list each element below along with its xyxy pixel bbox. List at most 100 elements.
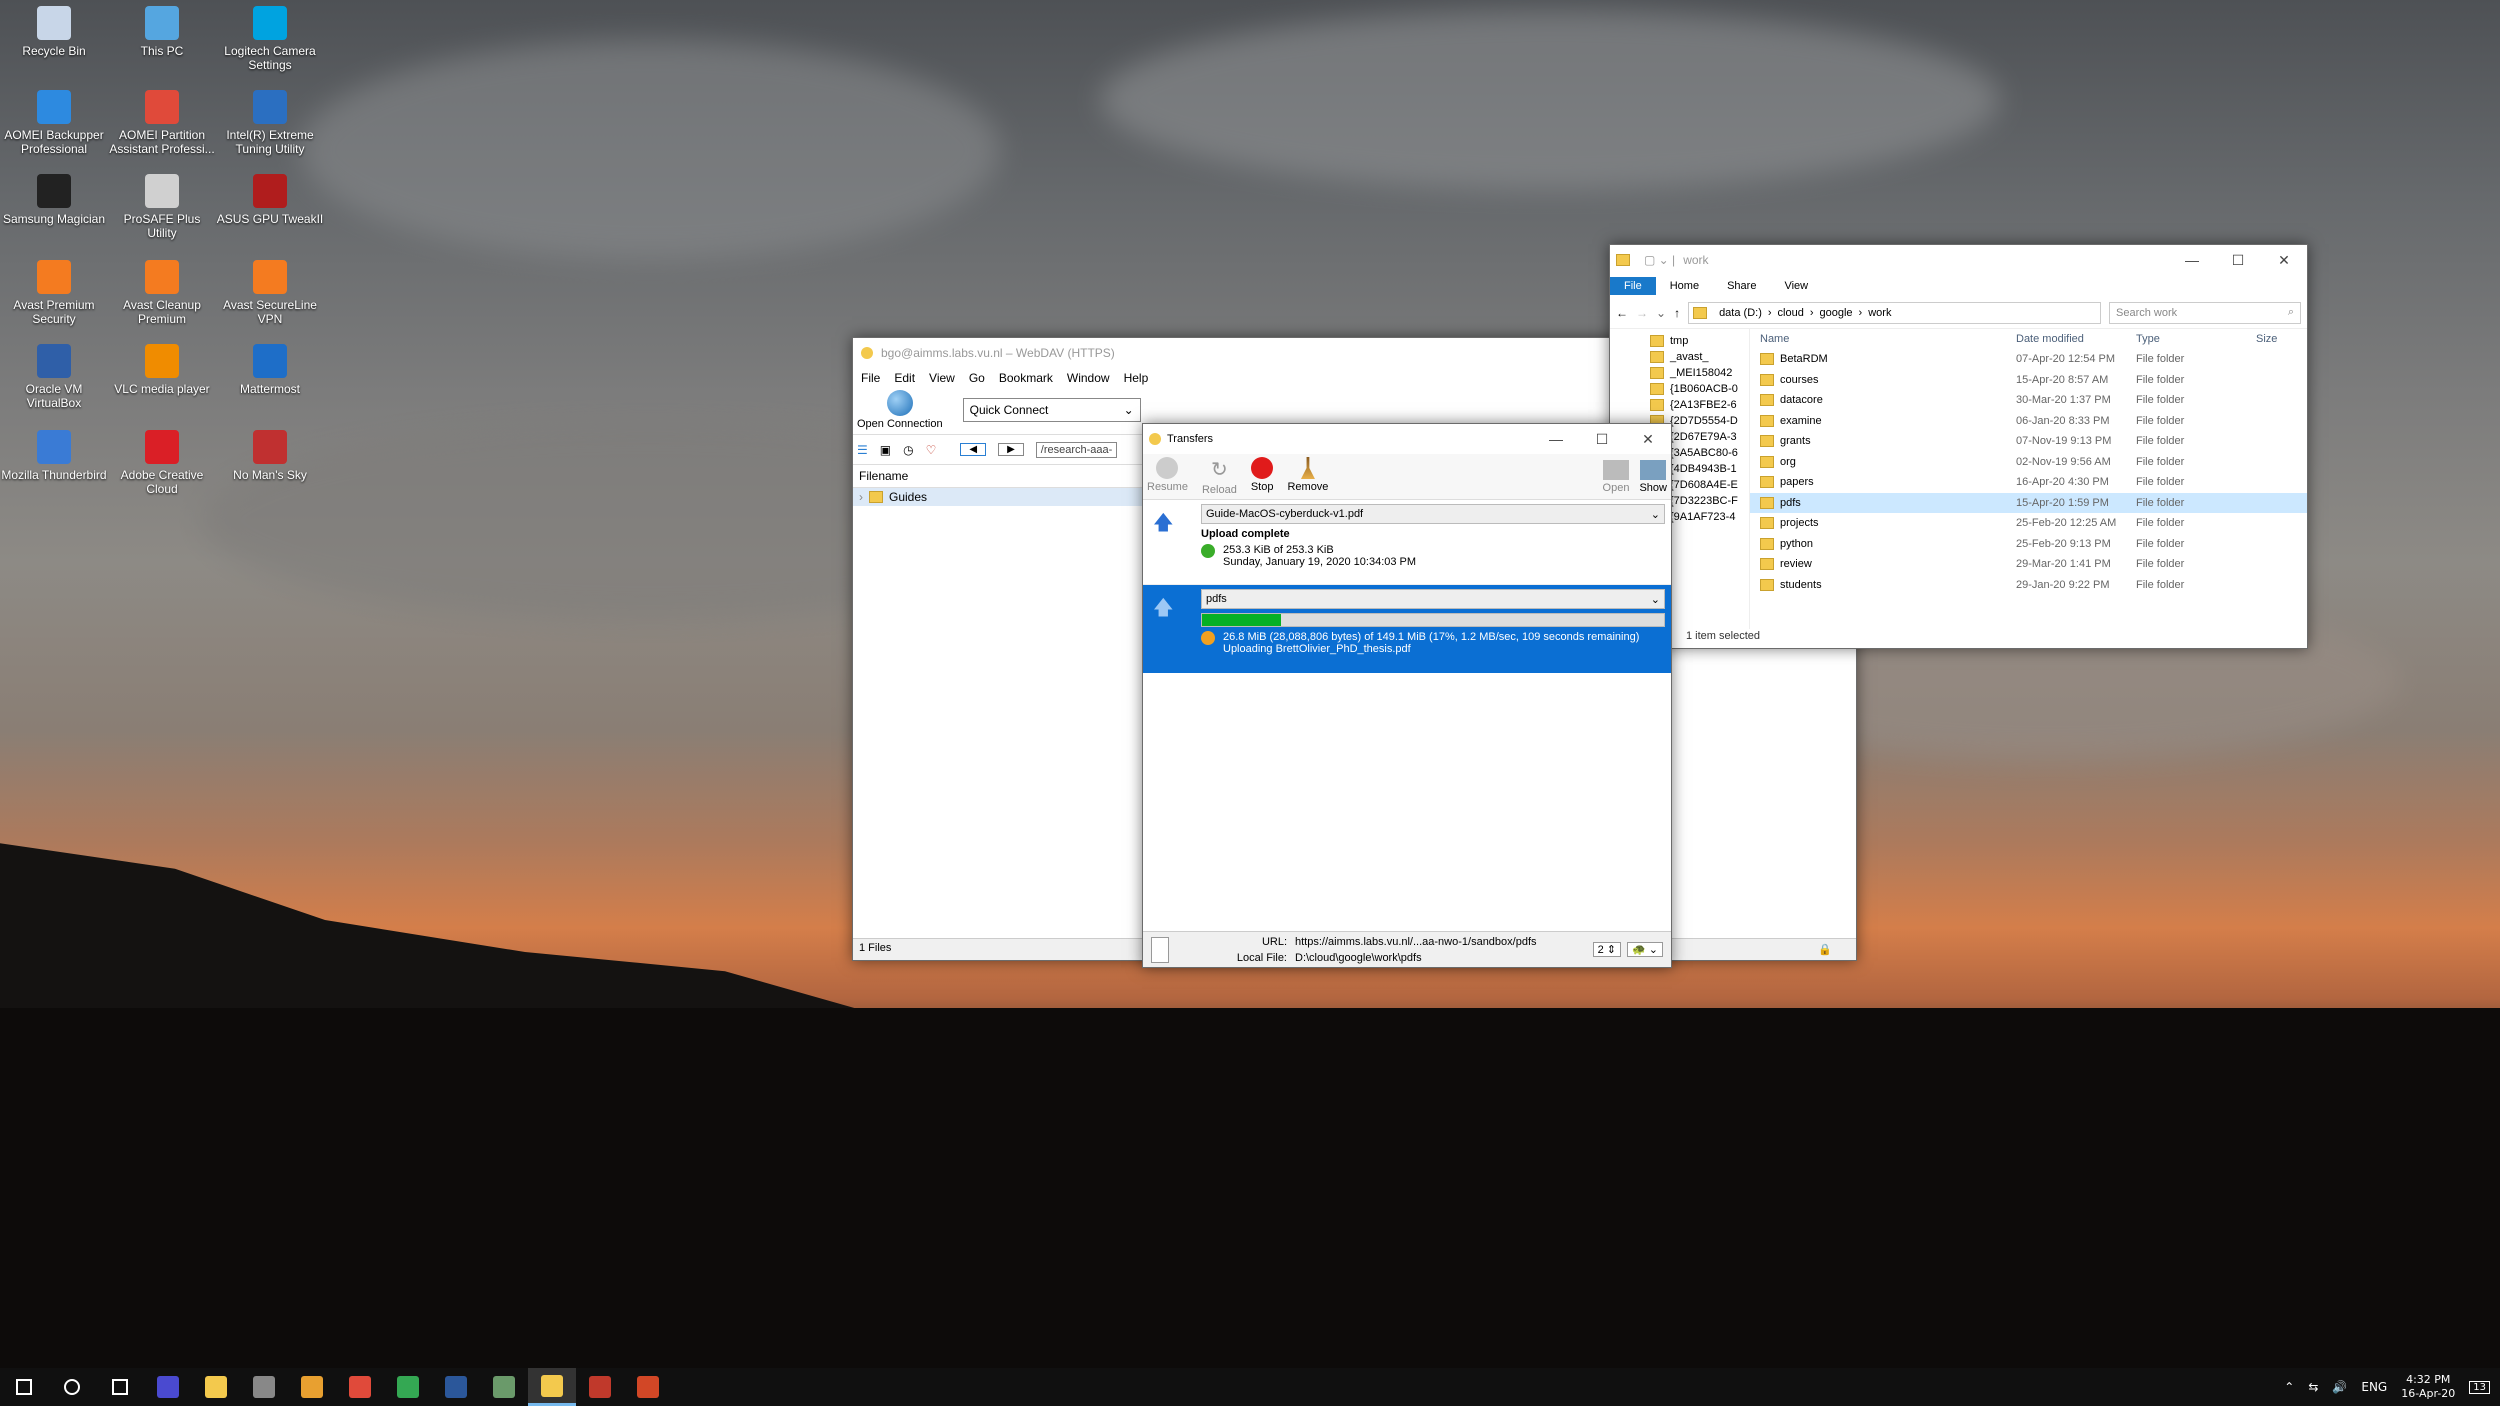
desktop-icon[interactable]: Adobe Creative Cloud [108,430,216,496]
table-row[interactable]: examine 06-Jan-20 8:33 PM File folder [1750,411,2307,432]
desktop-icon[interactable]: Avast SecureLine VPN [216,260,324,326]
desktop-icon[interactable]: Oracle VM VirtualBox [0,344,108,410]
taskbar-button[interactable] [624,1368,672,1406]
expand-arrow-icon[interactable]: › [859,490,863,504]
tree-item[interactable]: {2A13FBE2-6 [1610,397,1749,413]
breadcrumb-item[interactable]: work [1868,307,1891,319]
close-button[interactable]: ✕ [2261,245,2307,275]
ribbon-tab[interactable]: Share [1713,277,1770,295]
taskbar-button[interactable] [384,1368,432,1406]
taskbar-button[interactable] [144,1368,192,1406]
forward-arrow-icon[interactable]: → [1636,306,1648,320]
bookmarks-icon[interactable]: ▣ [880,443,891,457]
up-arrow-icon[interactable]: ↑ [1674,306,1680,320]
network-icon[interactable]: ⇆ [2308,1380,2318,1394]
column-header[interactable]: Name [1760,333,2016,345]
table-row[interactable]: grants 07-Nov-19 9:13 PM File folder [1750,431,2307,452]
taskbar-button[interactable] [432,1368,480,1406]
chevron-up-icon[interactable]: ⌃ [2284,1380,2294,1394]
breadcrumb-item[interactable]: google [1820,307,1853,319]
desktop-icon[interactable]: ASUS GPU TweakII [216,174,324,226]
reload-button[interactable]: ↻ Reload [1202,457,1237,496]
path-select[interactable]: /research-aaa- [1035,441,1118,458]
back-arrow-icon[interactable]: ← [1616,306,1628,320]
forward-button[interactable]: ▶ [998,443,1024,456]
bonjour-icon[interactable]: ♡ [926,443,937,457]
recent-locations-icon[interactable]: ⌄ [1656,306,1666,320]
address-bar[interactable]: data (D:) › cloud › google › work [1688,301,2101,324]
quick-access-toolbar-icon[interactable]: ▢ ⌄ | [1644,253,1675,267]
menu-item[interactable]: File [861,371,880,385]
table-row[interactable]: pdfs 15-Apr-20 1:59 PM File folder [1750,492,2307,513]
menu-item[interactable]: Help [1124,371,1149,385]
desktop-icon[interactable]: Avast Premium Security [0,260,108,326]
transfer-name-select[interactable]: Guide-MacOS-cyberduck-v1.pdf ⌄ [1201,504,1665,524]
menu-item[interactable]: Edit [894,371,915,385]
transfer-item[interactable]: 🡅 Guide-MacOS-cyberduck-v1.pdf ⌄ Upload c… [1143,500,1671,585]
volume-icon[interactable]: 🔊 [2332,1380,2347,1394]
breadcrumb-item[interactable]: data (D:) [1719,307,1762,319]
menu-item[interactable]: Bookmark [999,371,1053,385]
close-button[interactable]: ✕ [1625,424,1671,454]
taskbar-button[interactable] [240,1368,288,1406]
stop-button[interactable]: Stop [1251,457,1273,496]
notification-center-icon[interactable]: 13 [2469,1380,2490,1394]
transfer-item-selected[interactable]: 🡅 pdfs ⌄ 26.8 MiB (28,088,806 bytes) of 1… [1143,585,1671,673]
desktop-icon[interactable]: Recycle Bin [0,6,108,58]
minimize-button[interactable]: — [1533,424,1579,454]
table-row[interactable]: review 29-Mar-20 1:41 PM File folder [1750,554,2307,575]
outline-view-icon[interactable]: ☰ [857,443,868,457]
table-row[interactable]: students 29-Jan-20 9:22 PM File folder [1750,575,2307,596]
taskbar-button[interactable] [96,1368,144,1406]
search-input[interactable]: Search work ⌕ [2109,301,2301,324]
desktop-icon[interactable]: AOMEI Backupper Professional [0,90,108,156]
desktop-icon[interactable]: AOMEI Partition Assistant Professi... [108,90,216,156]
table-row[interactable]: papers 16-Apr-20 4:30 PM File folder [1750,472,2307,493]
connections-stepper[interactable]: 2 ⇕ [1592,942,1622,957]
open-button[interactable]: Open [1603,459,1629,494]
minimize-button[interactable]: — [2169,245,2215,275]
desktop-icon[interactable]: Mozilla Thunderbird [0,430,108,482]
table-row[interactable]: python 25-Feb-20 9:13 PM File folder [1750,534,2307,555]
table-row[interactable]: BetaRDM 07-Apr-20 12:54 PM File folder [1750,349,2307,370]
taskbar-button[interactable] [192,1368,240,1406]
table-row[interactable]: org 02-Nov-19 9:56 AM File folder [1750,452,2307,473]
taskbar-button[interactable] [480,1368,528,1406]
desktop-icon[interactable]: No Man's Sky [216,430,324,482]
taskbar-button[interactable] [528,1368,576,1406]
taskbar-button[interactable] [336,1368,384,1406]
bandwidth-select[interactable]: 🐢 ⌄ [1627,942,1663,957]
taskbar-button[interactable] [576,1368,624,1406]
menu-item[interactable]: Go [969,371,985,385]
show-button[interactable]: Show [1639,459,1667,494]
table-row[interactable]: projects 25-Feb-20 12:25 AM File folder [1750,513,2307,534]
tree-item[interactable]: _avast_ [1610,349,1749,365]
column-header[interactable]: Date modified [2016,333,2136,345]
column-header[interactable]: Type [2136,333,2256,345]
taskbar-button[interactable] [288,1368,336,1406]
ribbon-tab[interactable]: View [1770,277,1822,295]
tree-item[interactable]: _MEI158042 [1610,365,1749,381]
quick-connect-select[interactable]: Quick Connect ⌄ [962,398,1141,422]
maximize-button[interactable]: ☐ [2215,245,2261,275]
back-button[interactable]: ◀ [960,443,987,456]
open-connection-button[interactable]: Open Connection [857,390,943,430]
desktop-icon[interactable]: ProSAFE Plus Utility [108,174,216,240]
desktop-icon[interactable]: VLC media player [108,344,216,396]
history-icon[interactable]: ◷ [903,443,913,457]
tree-item[interactable]: tmp [1610,333,1749,349]
desktop-icon[interactable]: This PC [108,6,216,58]
desktop-icon[interactable]: Logitech Camera Settings [216,6,324,72]
desktop-icon[interactable]: Mattermost [216,344,324,396]
menu-item[interactable]: Window [1067,371,1110,385]
maximize-button[interactable]: ☐ [1579,424,1625,454]
ribbon-tab[interactable]: Home [1656,277,1713,295]
desktop-icon[interactable]: Avast Cleanup Premium [108,260,216,326]
ribbon-tab[interactable]: File [1610,277,1656,295]
resume-button[interactable]: Resume [1147,457,1188,496]
breadcrumb-item[interactable]: cloud [1778,307,1804,319]
clock[interactable]: 4:32 PM 16-Apr-20 [2401,1373,2455,1401]
menu-item[interactable]: View [929,371,955,385]
desktop-icon[interactable]: Samsung Magician [0,174,108,226]
desktop-icon[interactable]: Intel(R) Extreme Tuning Utility [216,90,324,156]
